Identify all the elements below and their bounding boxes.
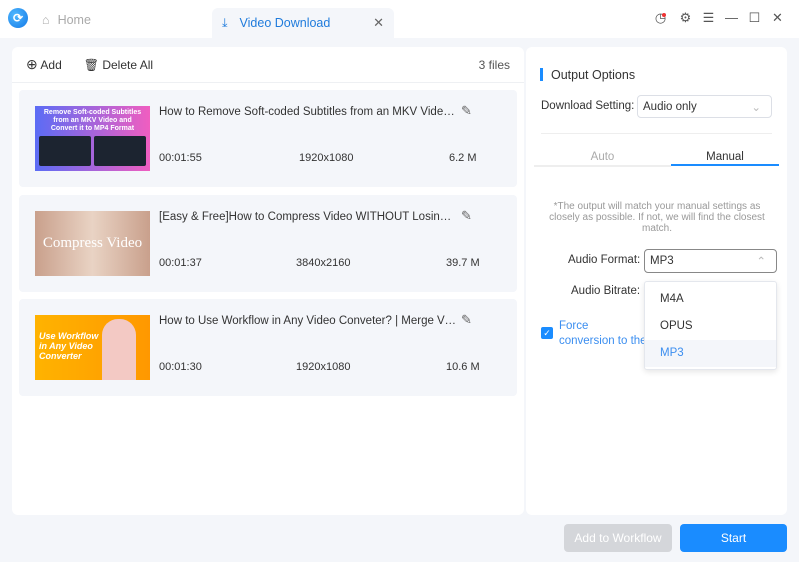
- chevron-up-icon: ⌃: [756, 256, 766, 268]
- delete-all-label: Delete All: [102, 57, 154, 72]
- download-icon: ⤓: [222, 15, 228, 30]
- output-options-panel: Output Options Download Setting: Audio o…: [526, 47, 787, 515]
- tab-video-download[interactable]: ⤓ Video Download ✕: [212, 8, 394, 38]
- close-tab-icon[interactable]: ✕: [373, 15, 384, 31]
- video-duration: 00:01:37: [159, 257, 202, 269]
- maximize-icon[interactable]: ☐: [743, 10, 766, 26]
- video-thumbnail: Use Workflow in Any Video Converter: [35, 315, 150, 380]
- file-count: 3 files: [478, 57, 510, 72]
- video-size: 6.2 M: [449, 152, 477, 164]
- video-resolution: 1920x1080: [299, 152, 354, 164]
- tab-auto[interactable]: Auto: [534, 151, 671, 163]
- video-resolution: 3840x2160: [296, 257, 351, 269]
- tab-home-label: Home: [57, 13, 91, 27]
- history-icon[interactable]: ◷: [651, 10, 674, 26]
- download-setting-label: Download Setting:: [541, 100, 635, 112]
- edit-icon[interactable]: ✎: [461, 208, 472, 224]
- trash-icon: 🗑: [83, 57, 99, 72]
- force-conversion-label[interactable]: Force conversion to the specified format: [559, 319, 647, 349]
- chevron-down-icon: ⌄: [751, 101, 761, 114]
- add-to-workflow-button[interactable]: Add to Workflow: [564, 524, 672, 552]
- tab-manual[interactable]: Manual: [671, 151, 779, 163]
- audio-format-select[interactable]: MP3 ⌃: [644, 249, 777, 273]
- download-setting-select[interactable]: Audio only ⌄: [637, 95, 772, 118]
- minimize-icon[interactable]: —: [720, 10, 743, 26]
- video-title: How to Remove Soft-coded Subtitles from …: [159, 106, 457, 118]
- audio-format-value: MP3: [650, 255, 674, 267]
- option-opus[interactable]: OPUS: [645, 313, 776, 340]
- video-list-panel: ⊕ Add 🗑 Delete All 3 files Remove Soft-c…: [12, 47, 524, 515]
- app-logo-icon: ⟳: [8, 8, 28, 28]
- video-duration: 00:01:30: [159, 361, 202, 373]
- active-tab-indicator: [671, 164, 779, 166]
- manual-note: *The output will match your manual setti…: [549, 201, 765, 234]
- force-conversion-checkbox[interactable]: ✓: [541, 327, 553, 339]
- audio-bitrate-label: Audio Bitrate:: [571, 285, 641, 297]
- home-icon: ⌂: [42, 13, 50, 27]
- tab-home[interactable]: ⌂ Home: [42, 13, 91, 27]
- add-label: Add: [40, 58, 62, 72]
- plus-circle-icon: ⊕: [26, 56, 38, 72]
- video-item[interactable]: Remove Soft-coded Subtitles from an MKV …: [19, 90, 517, 187]
- edit-icon[interactable]: ✎: [461, 103, 472, 119]
- video-title: [Easy & Free]How to Compress Video WITHO…: [159, 211, 457, 223]
- gear-icon[interactable]: ⚙: [674, 10, 697, 26]
- option-m4a[interactable]: M4A: [645, 286, 776, 313]
- heading-accent: [540, 68, 543, 81]
- panel-heading: Output Options: [551, 68, 636, 82]
- video-resolution: 1920x1080: [296, 361, 351, 373]
- tab-underline: [534, 165, 671, 167]
- menu-icon[interactable]: ☰: [697, 10, 720, 26]
- video-thumbnail: Compress Video: [35, 211, 150, 276]
- video-size: 10.6 M: [446, 361, 480, 373]
- video-item[interactable]: Use Workflow in Any Video Converter How …: [19, 299, 517, 396]
- option-mp3[interactable]: MP3: [645, 340, 776, 367]
- audio-format-label: Audio Format:: [568, 254, 641, 266]
- video-title: How to Use Workflow in Any Video Convete…: [159, 315, 457, 327]
- start-button[interactable]: Start: [680, 524, 787, 552]
- video-duration: 00:01:55: [159, 152, 202, 164]
- edit-icon[interactable]: ✎: [461, 312, 472, 328]
- download-setting-value: Audio only: [643, 100, 697, 113]
- video-thumbnail: Remove Soft-coded Subtitles from an MKV …: [35, 106, 150, 171]
- close-icon[interactable]: ✕: [766, 10, 789, 26]
- delete-all-button[interactable]: 🗑 Delete All: [84, 58, 153, 72]
- add-button[interactable]: ⊕ Add: [26, 56, 62, 73]
- audio-format-dropdown: M4A OPUS MP3: [644, 281, 777, 370]
- video-item[interactable]: Compress Video [Easy & Free]How to Compr…: [19, 195, 517, 292]
- video-size: 39.7 M: [446, 257, 480, 269]
- divider: [541, 133, 772, 134]
- tab-label: Video Download: [239, 16, 331, 30]
- title-bar: ⟳ ⌂ Home ⤓ Video Download ✕ ◷ ⚙ ☰ — ☐ ✕: [0, 0, 799, 38]
